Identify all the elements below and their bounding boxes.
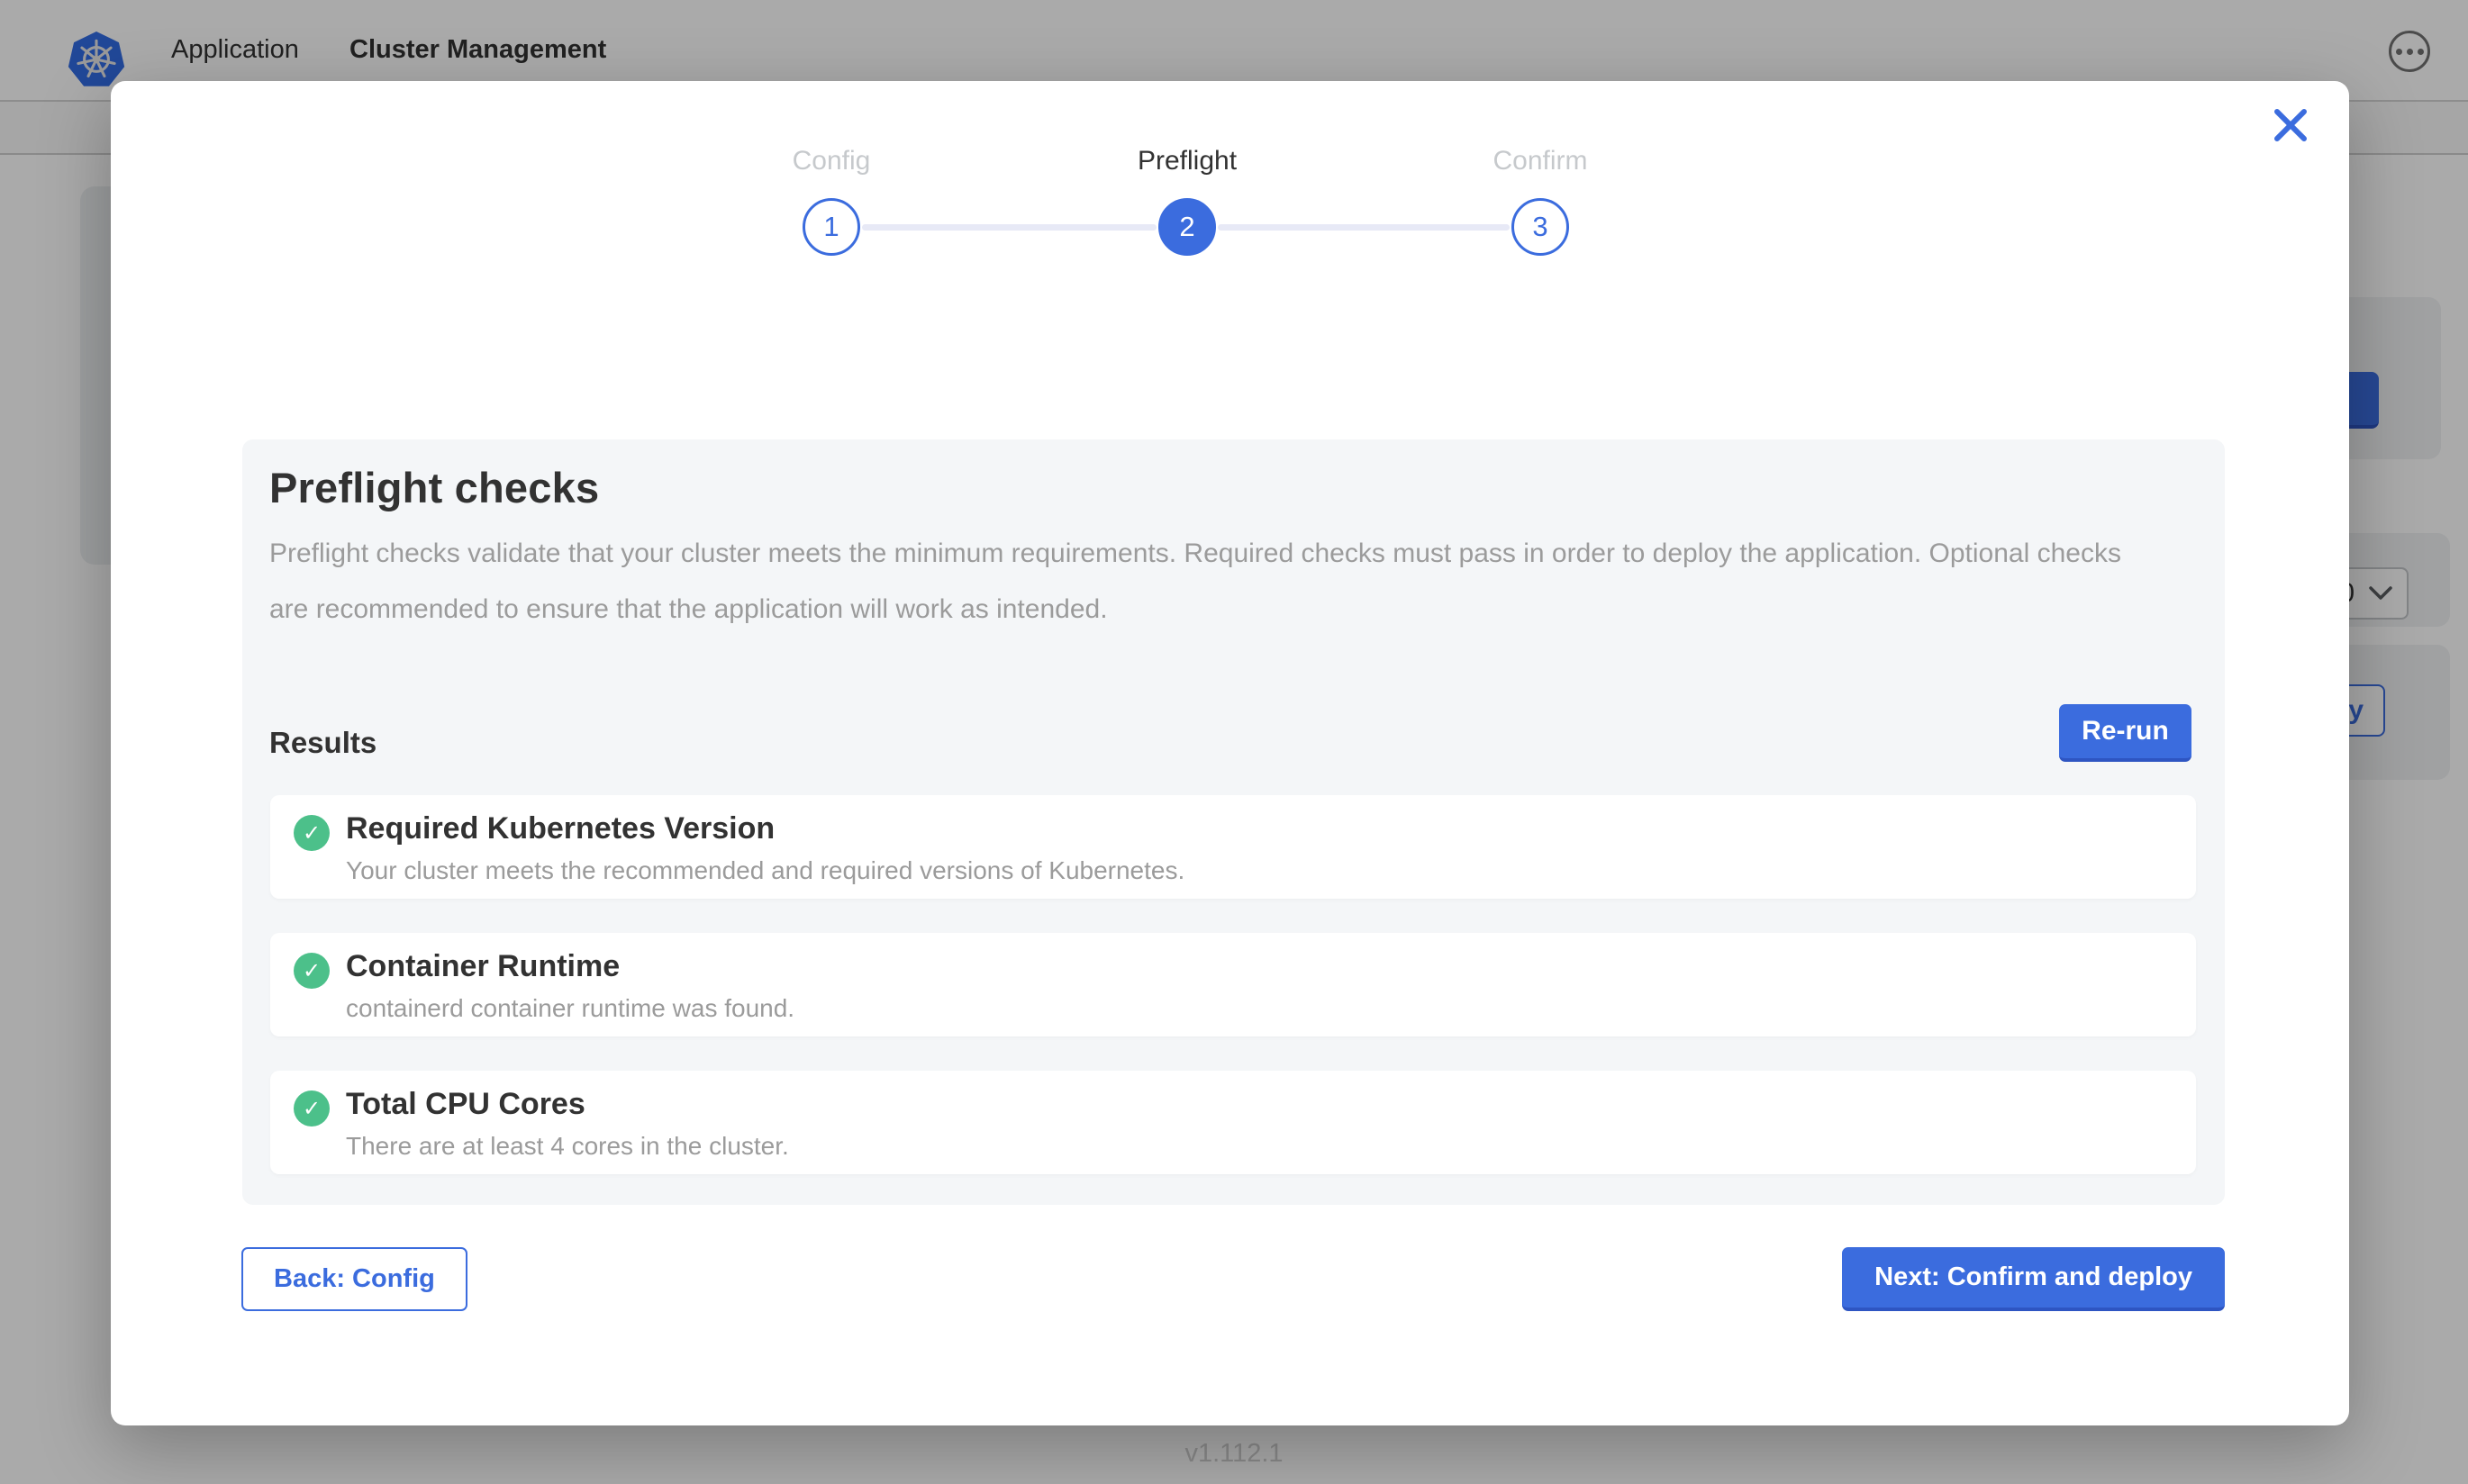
check-detail: There are at least 4 cores in the cluste… [346, 1132, 789, 1161]
rerun-button[interactable]: Re-run [2059, 704, 2191, 762]
stepper-connector [1218, 224, 1510, 231]
close-modal-button[interactable] [2269, 104, 2312, 148]
step-label-config: Config [687, 146, 975, 176]
check-pass-icon: ✓ [294, 953, 330, 989]
check-result-item: ✓ Container Runtime containerd container… [270, 933, 2196, 1036]
step-label-confirm: Confirm [1396, 146, 1684, 176]
preflight-checks-modal: Config Preflight Confirm 1 2 3 Preflight… [111, 81, 2349, 1425]
stepper-connector [862, 224, 1157, 231]
modal-description: Preflight checks validate that your clus… [269, 526, 2159, 638]
step-circle-preflight: 2 [1158, 198, 1216, 256]
next-confirm-deploy-button[interactable]: Next: Confirm and deploy [1842, 1247, 2225, 1311]
check-pass-icon: ✓ [294, 815, 330, 851]
check-detail: containerd container runtime was found. [346, 994, 794, 1023]
check-result-item: ✓ Required Kubernetes Version Your clust… [270, 795, 2196, 899]
check-title: Container Runtime [346, 949, 620, 984]
check-title: Required Kubernetes Version [346, 811, 775, 846]
check-detail: Your cluster meets the recommended and r… [346, 856, 1184, 885]
close-icon [2271, 105, 2310, 145]
step-circle-confirm: 3 [1511, 198, 1569, 256]
step-circle-config: 1 [803, 198, 860, 256]
check-pass-icon: ✓ [294, 1090, 330, 1127]
step-label-preflight: Preflight [1043, 146, 1331, 176]
modal-title: Preflight checks [269, 463, 599, 512]
check-title: Total CPU Cores [346, 1087, 585, 1122]
check-result-item: ✓ Total CPU Cores There are at least 4 c… [270, 1071, 2196, 1174]
preflight-panel: Preflight checks Preflight checks valida… [242, 439, 2225, 1205]
results-heading: Results [269, 726, 377, 760]
back-config-button[interactable]: Back: Config [241, 1247, 467, 1311]
